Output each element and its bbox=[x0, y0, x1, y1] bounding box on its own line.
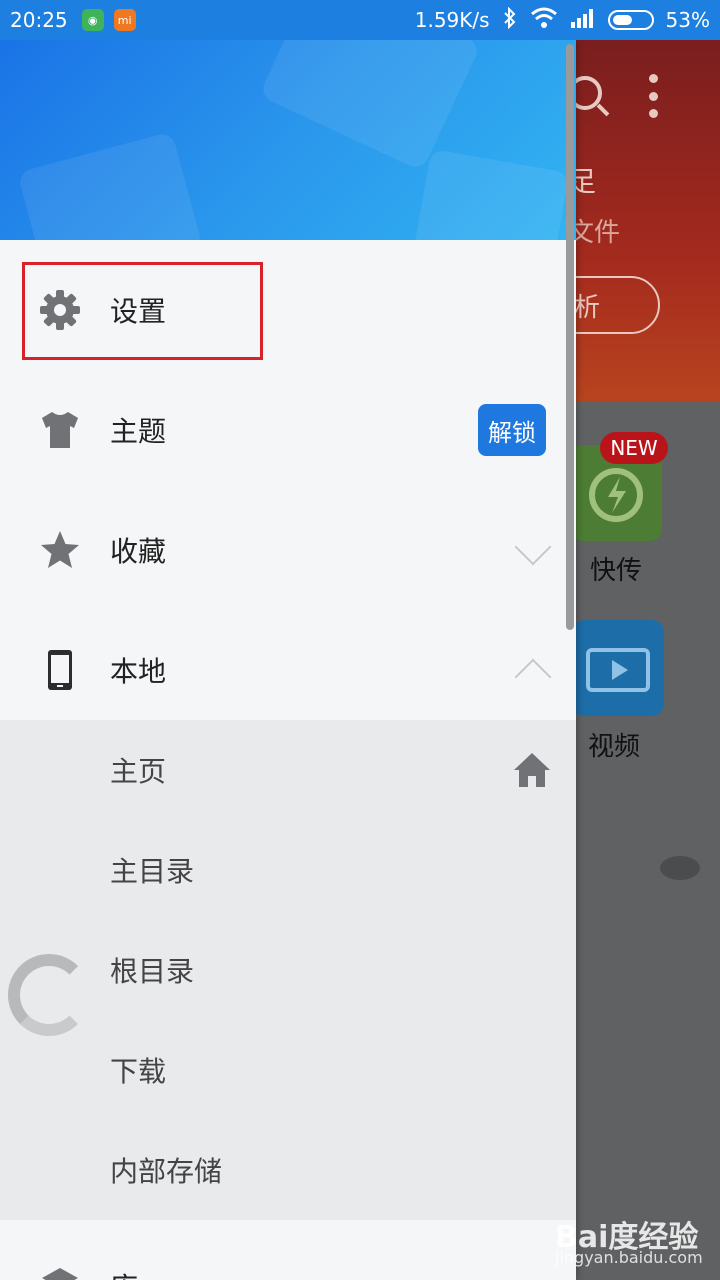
unlock-badge-button[interactable]: 解锁 bbox=[478, 404, 546, 456]
video-tile-icon[interactable] bbox=[572, 620, 664, 716]
submenu-item-label: 下载 bbox=[110, 1055, 167, 1088]
phone-icon bbox=[38, 648, 82, 692]
battery-percent: 53% bbox=[665, 8, 710, 32]
signal-icon bbox=[570, 8, 596, 33]
header-decoration bbox=[17, 131, 203, 240]
drawer-item-library[interactable]: 库 bbox=[0, 1220, 576, 1280]
local-submenu: 主页 主目录 根目录 下载 内部存储 bbox=[0, 720, 576, 1220]
submenu-item-label: 主目录 bbox=[110, 855, 195, 888]
battery-icon bbox=[607, 10, 654, 30]
submenu-item-internal-storage[interactable]: 内部存储 bbox=[0, 1120, 576, 1220]
drawer-item-label: 库 bbox=[110, 1266, 138, 1280]
header-decoration bbox=[410, 148, 570, 240]
highlight-box bbox=[22, 262, 263, 360]
bluetooth-icon bbox=[502, 6, 518, 34]
status-bar: 20:25 ◉ mi 1.59K/s 53% bbox=[0, 0, 720, 40]
drawer-item-label: 收藏 bbox=[110, 535, 167, 568]
library-icon bbox=[40, 1264, 80, 1280]
drawer-item-local[interactable]: 本地 bbox=[0, 610, 576, 730]
loading-spinner-icon bbox=[8, 954, 90, 1036]
submenu-item-home[interactable]: 主页 bbox=[0, 720, 576, 820]
home-icon[interactable] bbox=[512, 750, 552, 790]
wifi-icon bbox=[530, 7, 558, 34]
drawer-header bbox=[0, 40, 576, 240]
status-right: 1.59K/s 53% bbox=[414, 6, 710, 34]
drawer-item-label: 本地 bbox=[110, 655, 167, 688]
navigation-drawer: 设置 主题 解锁 收藏 本地 主页 主目录 根目录 下载 内部存储 bbox=[0, 40, 576, 1280]
status-time: 20:25 bbox=[10, 8, 68, 32]
submenu-item-main-directory[interactable]: 主目录 bbox=[0, 820, 576, 920]
submenu-item-label: 根目录 bbox=[110, 955, 195, 988]
star-icon bbox=[38, 528, 82, 572]
battery-fill bbox=[612, 15, 632, 25]
tshirt-icon bbox=[38, 408, 82, 452]
drawer-item-favorites[interactable]: 收藏 bbox=[0, 490, 576, 610]
new-badge: NEW bbox=[600, 432, 668, 464]
watermark-url: jingyan.baidu.com bbox=[555, 1248, 703, 1267]
network-speed: 1.59K/s bbox=[414, 8, 490, 32]
submenu-item-label: 内部存储 bbox=[110, 1155, 223, 1188]
drawer-scrollbar[interactable] bbox=[566, 44, 574, 630]
transfer-tile-label: 快传 bbox=[590, 556, 643, 586]
video-tile-label: 视频 bbox=[588, 732, 641, 762]
drawer-item-label: 主题 bbox=[110, 415, 167, 448]
submenu-item-downloads[interactable]: 下载 bbox=[0, 1020, 576, 1120]
mi-app-icon: mi bbox=[113, 9, 136, 31]
eye-icon[interactable] bbox=[660, 856, 700, 880]
submenu-item-label: 主页 bbox=[110, 755, 167, 788]
android-app-icon: ◉ bbox=[81, 9, 104, 31]
more-options-icon[interactable] bbox=[648, 74, 658, 118]
